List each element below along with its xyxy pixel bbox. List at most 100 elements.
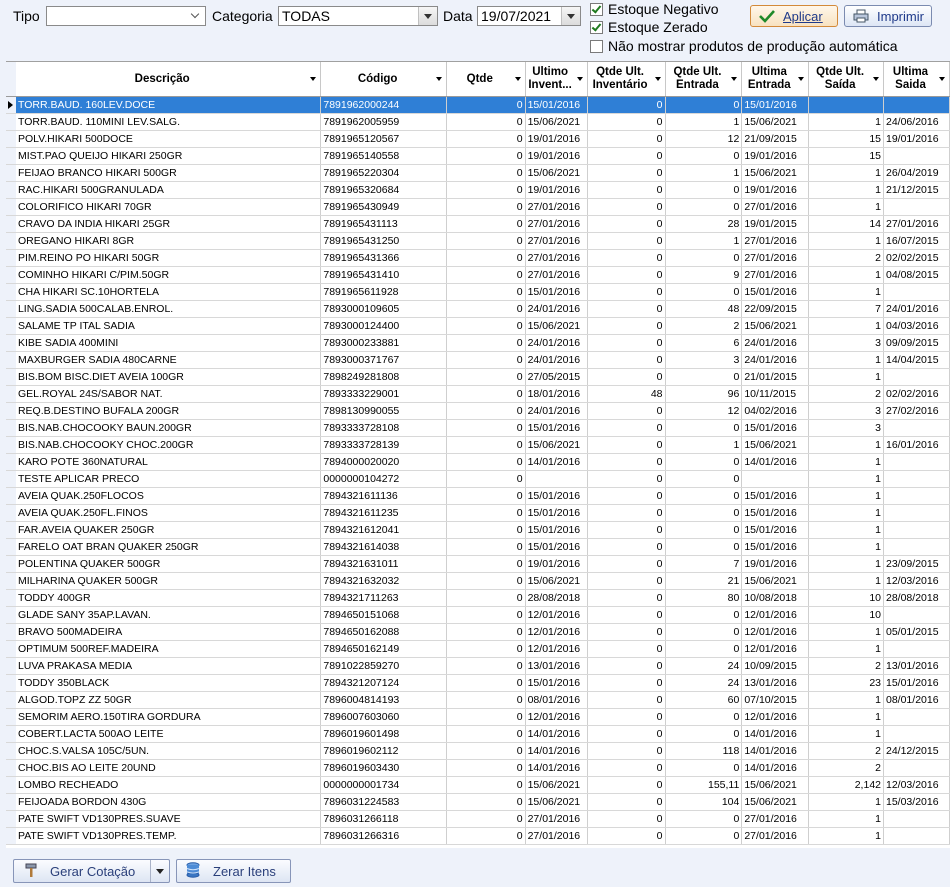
cell-qtde-ult-inventario[interactable]: 0: [587, 827, 666, 845]
cell-ultima-saida[interactable]: [883, 606, 950, 624]
table-row[interactable]: LING.SADIA 500CALAB.ENROL. 7893000109605 0…: [6, 300, 950, 318]
cell-ultima-entrada[interactable]: 19/01/2016: [741, 181, 810, 199]
cell-descricao[interactable]: OPTIMUM 500REF.MADEIRA: [15, 640, 322, 658]
cell-qtde-ult-saida[interactable]: 10: [808, 606, 884, 624]
cell-ultima-entrada[interactable]: 27/01/2016: [741, 198, 810, 216]
cell-ultima-entrada[interactable]: 10/08/2018: [741, 589, 810, 607]
cell-qtde[interactable]: 0: [446, 436, 526, 454]
cell-qtde-ult-saida[interactable]: 1: [808, 232, 884, 250]
cell-qtde-ult-inventario[interactable]: 0: [587, 793, 666, 811]
cell-qtde-ult-inventario[interactable]: 0: [587, 555, 666, 573]
cell-qtde-ult-entrada[interactable]: 2: [665, 317, 743, 335]
col-qtde[interactable]: Qtde: [446, 62, 526, 97]
cell-ultimo-inventario[interactable]: 13/01/2016: [525, 657, 588, 675]
tipo-select[interactable]: [46, 6, 206, 26]
cell-qtde-ult-entrada[interactable]: 0: [665, 453, 743, 471]
cell-ultima-saida[interactable]: 05/01/2015: [883, 623, 950, 641]
cell-ultima-entrada[interactable]: 15/01/2016: [741, 283, 810, 301]
cell-codigo[interactable]: 7893000109605: [320, 300, 447, 318]
cell-qtde[interactable]: 0: [446, 810, 526, 828]
cell-descricao[interactable]: LUVA PRAKASA MEDIA: [15, 657, 322, 675]
cell-qtde-ult-saida[interactable]: 1: [808, 810, 884, 828]
table-row[interactable]: GEL.ROYAL 24S/SABOR NAT. 7893333229001 0 18…: [6, 385, 950, 403]
cell-ultima-saida[interactable]: 27/01/2016: [883, 215, 950, 233]
cell-qtde-ult-saida[interactable]: 3: [808, 419, 884, 437]
cell-qtde-ult-inventario[interactable]: 0: [587, 640, 666, 658]
cell-qtde-ult-entrada[interactable]: 0: [665, 521, 743, 539]
cell-qtde-ult-saida[interactable]: 2,142: [808, 776, 884, 794]
cell-ultima-entrada[interactable]: 15/01/2016: [741, 504, 810, 522]
table-row[interactable]: TORR.BAUD. 110MINI LEV.SALG. 789196200595…: [6, 113, 950, 131]
cell-ultima-saida[interactable]: 04/08/2015: [883, 266, 950, 284]
cell-qtde[interactable]: 0: [446, 198, 526, 216]
cell-qtde[interactable]: 0: [446, 708, 526, 726]
chevron-down-icon[interactable]: [187, 7, 205, 25]
cell-codigo[interactable]: 7891965431366: [320, 249, 447, 267]
cell-ultima-saida[interactable]: [883, 725, 950, 743]
table-row[interactable]: TODDY 400GR 7894321711263 0 28/08/2018 0 80 10…: [6, 589, 950, 607]
cell-ultima-saida[interactable]: 04/03/2016: [883, 317, 950, 335]
cell-qtde-ult-saida[interactable]: 1: [808, 555, 884, 573]
cell-descricao[interactable]: CHA HIKARI SC.10HORTELA: [15, 283, 322, 301]
cell-descricao[interactable]: GLADE SANY 35AP.LAVAN.: [15, 606, 322, 624]
cell-codigo[interactable]: 7891022859270: [320, 657, 447, 675]
cell-ultimo-inventario[interactable]: 12/01/2016: [525, 640, 588, 658]
cell-qtde-ult-entrada[interactable]: 0: [665, 538, 743, 556]
table-row[interactable]: COBERT.LACTA 500AO LEITE 7896019601498 0 14…: [6, 725, 950, 743]
cell-ultima-entrada[interactable]: 04/02/2016: [741, 402, 810, 420]
cell-descricao[interactable]: PATE SWIFT VD130PRES.TEMP.: [15, 827, 322, 845]
table-row[interactable]: POLENTINA QUAKER 500GR 7894321631011 0 19/0…: [6, 555, 950, 573]
cell-ultimo-inventario[interactable]: 15/01/2016: [525, 674, 588, 692]
cell-codigo[interactable]: 0000000104272: [320, 470, 447, 488]
cell-codigo[interactable]: 7891965611928: [320, 283, 447, 301]
cell-qtde-ult-inventario[interactable]: 0: [587, 147, 666, 165]
cell-codigo[interactable]: 7894650151068: [320, 606, 447, 624]
cell-ultimo-inventario[interactable]: 15/06/2021: [525, 793, 588, 811]
cell-qtde-ult-inventario[interactable]: 0: [587, 113, 666, 131]
table-row[interactable]: MAXBURGER SADIA 480CARNE 7893000371767 0 24…: [6, 351, 950, 369]
cell-ultima-saida[interactable]: 14/04/2015: [883, 351, 950, 369]
cell-ultima-entrada[interactable]: 24/01/2016: [741, 334, 810, 352]
cell-qtde-ult-saida[interactable]: 1: [808, 181, 884, 199]
cell-ultima-saida[interactable]: [883, 538, 950, 556]
table-row[interactable]: GLADE SANY 35AP.LAVAN. 7894650151068 0 12/0…: [6, 606, 950, 624]
checkbox-checked-icon[interactable]: [590, 2, 603, 16]
cell-ultima-entrada[interactable]: 12/01/2016: [741, 640, 810, 658]
cell-qtde-ult-entrada[interactable]: 96: [665, 385, 743, 403]
cell-qtde[interactable]: 0: [446, 453, 526, 471]
cell-descricao[interactable]: FARELO OAT BRAN QUAKER 250GR: [15, 538, 322, 556]
cell-ultimo-inventario[interactable]: [525, 470, 588, 488]
cell-ultima-entrada[interactable]: 15/01/2016: [741, 521, 810, 539]
cell-ultimo-inventario[interactable]: 19/01/2016: [525, 555, 588, 573]
table-row[interactable]: OREGANO HIKARI 8GR 7891965431250 0 27/01/20…: [6, 232, 950, 250]
cell-qtde-ult-entrada[interactable]: 0: [665, 606, 743, 624]
cell-qtde[interactable]: 0: [446, 674, 526, 692]
cell-ultima-saida[interactable]: [883, 419, 950, 437]
cell-qtde-ult-inventario[interactable]: 0: [587, 368, 666, 386]
cell-descricao[interactable]: RAC.HIKARI 500GRANULADA: [15, 181, 322, 199]
cell-ultima-entrada[interactable]: 15/06/2021: [741, 164, 810, 182]
cell-qtde[interactable]: 0: [446, 538, 526, 556]
cell-ultima-entrada[interactable]: 19/01/2016: [741, 555, 810, 573]
table-row[interactable]: FEIJOADA BORDON 430G 7896031224583 0 15/06/…: [6, 793, 950, 811]
cell-qtde-ult-entrada[interactable]: 0: [665, 249, 743, 267]
cell-codigo[interactable]: 7891965220304: [320, 164, 447, 182]
cell-qtde[interactable]: 0: [446, 725, 526, 743]
cell-ultima-saida[interactable]: 08/01/2016: [883, 691, 950, 709]
cell-qtde-ult-entrada[interactable]: 24: [665, 674, 743, 692]
table-row[interactable]: BIS.BOM BISC.DIET AVEIA 100GR 78982492818…: [6, 368, 950, 386]
cell-codigo[interactable]: 7893000233881: [320, 334, 447, 352]
cell-ultimo-inventario[interactable]: 27/01/2016: [525, 827, 588, 845]
cell-qtde-ult-saida[interactable]: 1: [808, 198, 884, 216]
cell-qtde-ult-saida[interactable]: 2: [808, 657, 884, 675]
table-row[interactable]: LOMBO RECHEADO 0000000001734 0 15/06/2021 0 1…: [6, 776, 950, 794]
imprimir-button[interactable]: Imprimir: [844, 5, 932, 27]
cell-qtde-ult-entrada[interactable]: 1: [665, 436, 743, 454]
cell-ultimo-inventario[interactable]: 24/01/2016: [525, 402, 588, 420]
cell-qtde-ult-inventario[interactable]: 0: [587, 283, 666, 301]
cell-descricao[interactable]: KARO POTE 360NATURAL: [15, 453, 322, 471]
cell-ultima-saida[interactable]: [883, 96, 950, 114]
cell-qtde-ult-entrada[interactable]: 0: [665, 147, 743, 165]
cell-ultima-entrada[interactable]: [741, 470, 810, 488]
cell-qtde-ult-saida[interactable]: 1: [808, 453, 884, 471]
